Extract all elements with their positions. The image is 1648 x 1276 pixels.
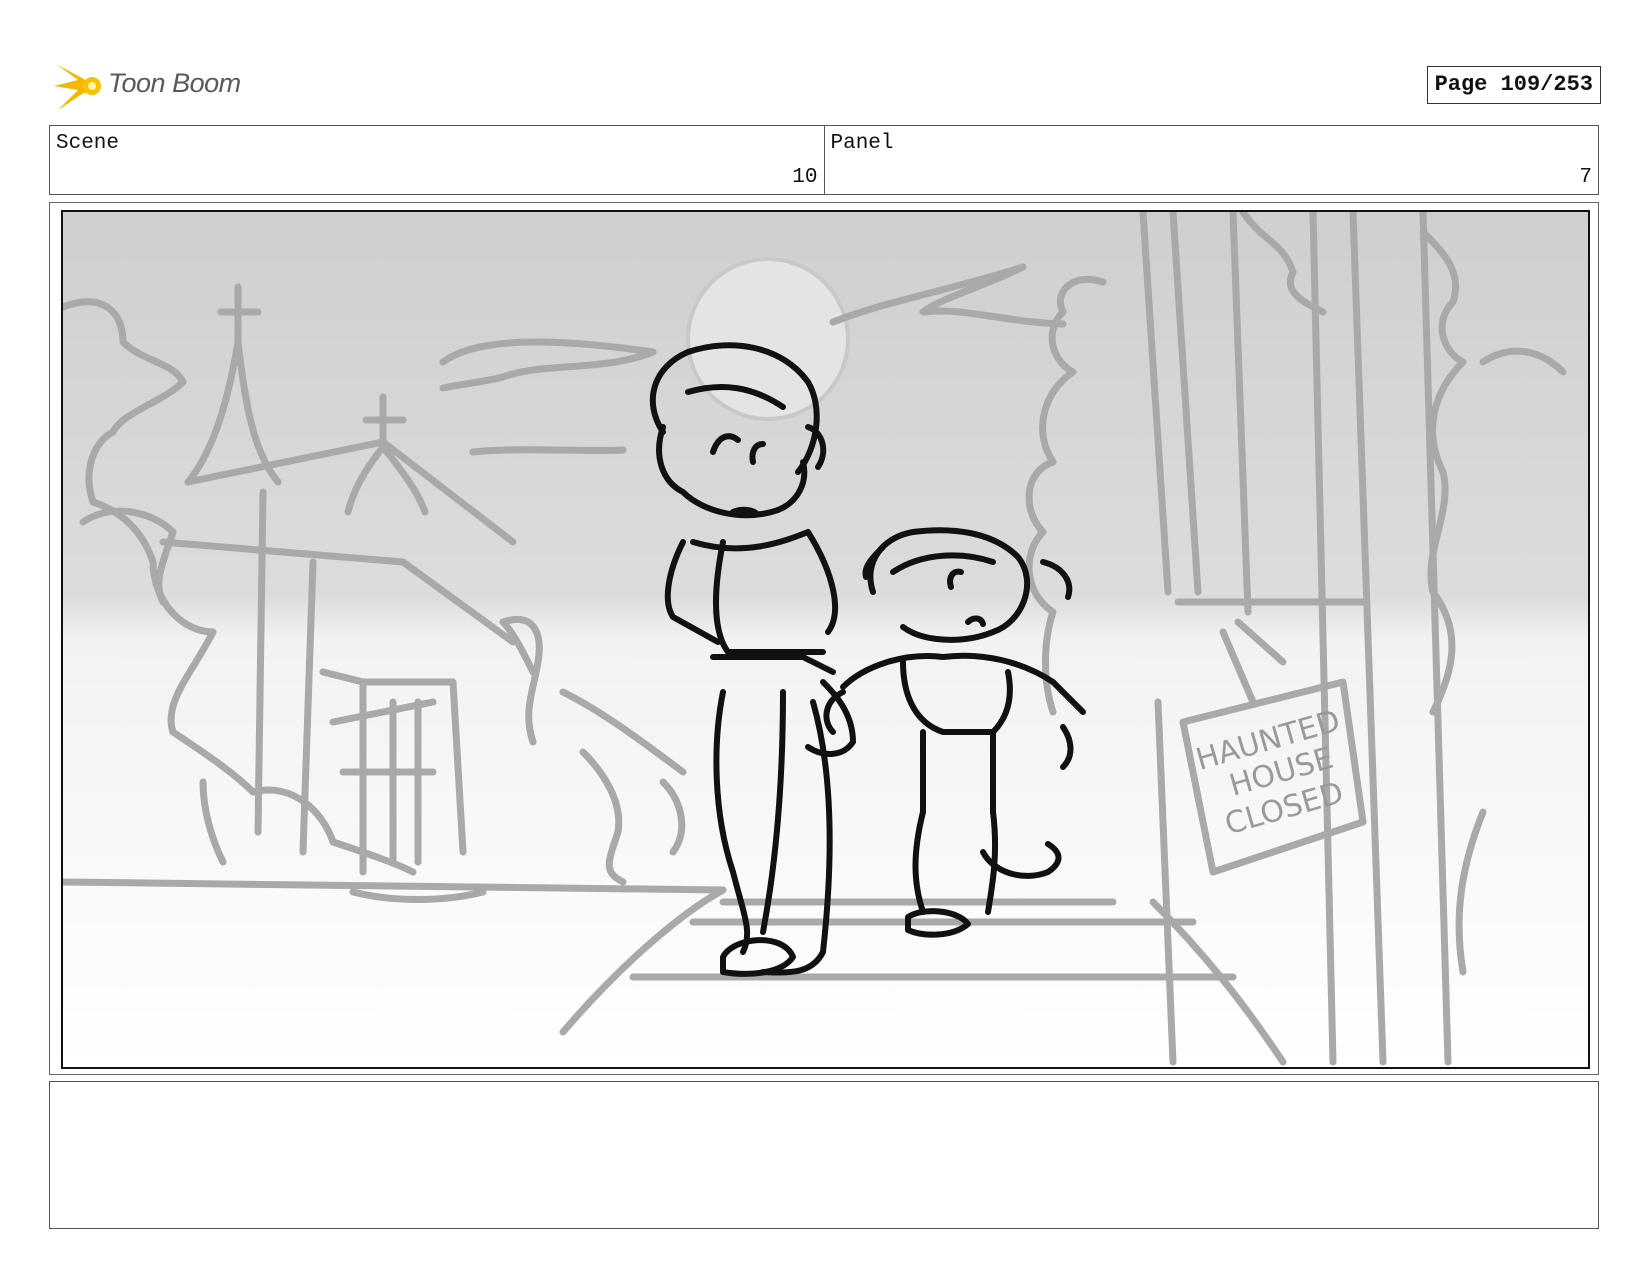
scene-panel-info: Scene 10 Panel 7	[49, 125, 1599, 195]
toon-boom-logo: Toon Boom	[52, 60, 262, 114]
storyboard-panel-image: HAUNTED HOUSE CLOSED	[61, 210, 1590, 1069]
scene-value: 10	[792, 166, 818, 189]
logo-text: Toon Boom	[108, 68, 241, 98]
page-number: Page 109/253	[1426, 66, 1601, 104]
panel-label: Panel	[830, 132, 894, 155]
panel-cell: Panel 7	[823, 126, 1599, 194]
starburst-icon	[54, 64, 101, 110]
scene-cell: Scene 10	[50, 126, 824, 194]
panel-value: 7	[1579, 166, 1592, 189]
panel-notes-box	[49, 1081, 1599, 1229]
scene-label: Scene	[56, 132, 120, 155]
